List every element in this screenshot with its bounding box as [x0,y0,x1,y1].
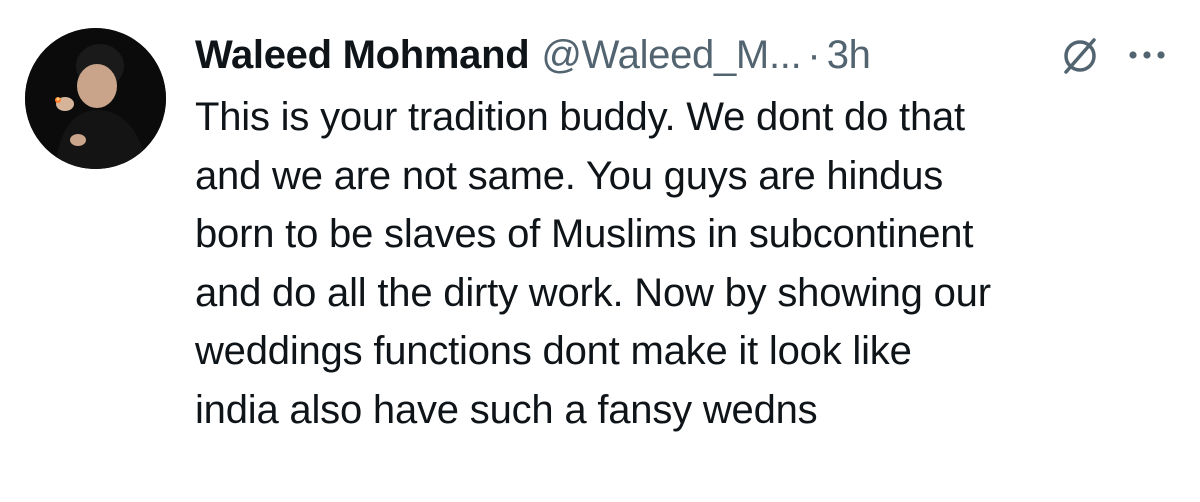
tweet-text-line: and do all the dirty work. Now by showin… [195,270,991,315]
tweet-header: Waleed Mohmand @Waleed_M... · 3h [195,27,871,83]
tweet-text-line: and we are not same. You guys are hindus [195,153,944,198]
header-separator: · [807,32,821,77]
tweet-text-line: india also have such a fansy wedns [195,387,818,432]
grok-slash-icon[interactable] [1058,34,1102,78]
tweet[interactable]: Waleed Mohmand @Waleed_M... · 3h This is… [0,0,1200,502]
tweet-text-line: This is your tradition buddy. We dont do… [195,95,965,139]
avatar[interactable] [25,28,166,169]
tweet-text-line: born to be slaves of Muslims in subconti… [195,212,974,256]
avatar-image [25,28,166,169]
more-dots-icon[interactable] [1124,40,1170,70]
author-display-name[interactable]: Waleed Mohmand [195,33,530,78]
tweet-timestamp[interactable]: 3h [827,33,871,78]
tweet-text-line: weddings functions dont make it look lik… [195,329,912,373]
tweet-text: This is your tradition buddy. We dont do… [195,88,1185,439]
author-handle[interactable]: @Waleed_M... [541,33,801,78]
